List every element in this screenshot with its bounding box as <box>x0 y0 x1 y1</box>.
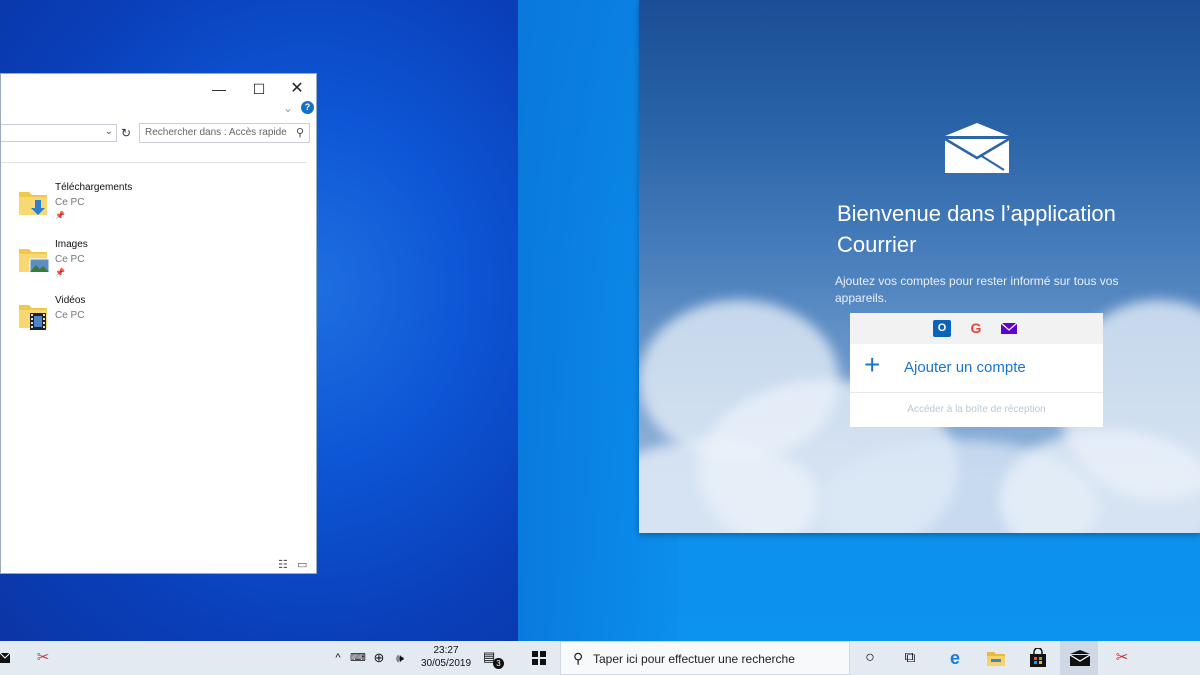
images-folder-icon <box>19 249 50 273</box>
item-name: Vidéos <box>55 295 86 306</box>
provider-icons: O G <box>850 313 1103 344</box>
item-location: Ce PC <box>55 254 85 265</box>
snipping-tool-icon[interactable]: ✂ <box>1111 648 1133 668</box>
volume-icon[interactable]: 🕪 <box>392 648 408 668</box>
clock-time: 23:27 <box>433 645 459 656</box>
item-location: Ce PC <box>55 197 85 208</box>
action-center-icon[interactable]: ▤ 3 <box>483 649 504 669</box>
edge-browser-icon[interactable]: e <box>944 648 966 668</box>
pin-icon: 📌 <box>55 268 65 277</box>
downloads-folder-icon <box>19 192 47 215</box>
search-icon: ⚲ <box>573 650 584 666</box>
mail-taskbar-icon[interactable] <box>0 648 12 668</box>
add-account-button[interactable]: + Ajouter un compte <box>850 344 1103 393</box>
chevron-up-icon[interactable]: ^ <box>332 648 344 668</box>
keyboard-icon[interactable]: ⌨ <box>350 648 366 668</box>
clock[interactable]: 23:27 30/05/2019 <box>418 644 474 670</box>
search-icon: ⚲ <box>295 127 304 139</box>
list-item-videos[interactable]: Vidéos Ce PC <box>15 295 215 345</box>
taskbar-search-box[interactable]: ⚲ Taper ici pour effectuer une recherche <box>560 641 850 675</box>
file-explorer-icon[interactable] <box>985 648 1007 668</box>
welcome-title-line2: Courrier <box>837 232 917 257</box>
outlook-icon: O <box>933 320 951 337</box>
mail-app-window: Bienvenue dans l’application Courrier Aj… <box>639 0 1200 533</box>
refresh-icon[interactable]: ↻ <box>118 124 134 142</box>
go-to-inbox-link[interactable]: Accéder à la boîte de réception <box>850 393 1103 415</box>
list-item-downloads[interactable]: Téléchargements Ce PC 📌 <box>15 182 215 232</box>
add-account-label: Ajouter un compte <box>904 359 1026 376</box>
divider <box>1 162 307 163</box>
notification-count-badge: 3 <box>493 658 504 669</box>
clock-date: 30/05/2019 <box>420 658 472 669</box>
yahoo-icon <box>1000 322 1018 334</box>
search-input[interactable]: Rechercher dans : Accès rapide ⚲ <box>139 123 310 143</box>
search-placeholder: Rechercher dans : Accès rapide <box>145 127 287 138</box>
minimize-button[interactable]: — <box>201 78 237 100</box>
start-windows-icon[interactable] <box>532 651 546 665</box>
welcome-title-line1: Bienvenue dans l’application <box>837 201 1116 226</box>
videos-folder-icon <box>19 305 47 330</box>
plus-icon: + <box>864 349 881 380</box>
taskbar-search-placeholder: Taper ici pour effectuer une recherche <box>593 652 795 666</box>
details-view-icon[interactable]: ☷ <box>278 558 288 571</box>
mail-taskbar-icon <box>1069 650 1091 666</box>
store-icon[interactable] <box>1027 648 1049 668</box>
item-name: Images <box>55 239 88 250</box>
chevron-down-icon[interactable]: ⌄ <box>105 126 113 137</box>
google-icon: G <box>970 320 982 336</box>
help-icon[interactable]: ? <box>301 101 314 114</box>
account-card: O G + Ajouter un compte Accéder à la boî… <box>850 313 1103 427</box>
welcome-subtitle: Ajoutez vos comptes pour rester informé … <box>835 274 1119 305</box>
welcome-title: Bienvenue dans l’application Courrier <box>837 198 1177 260</box>
large-icons-view-icon[interactable]: ▭ <box>297 558 307 571</box>
item-location: Ce PC <box>55 310 85 321</box>
item-name: Téléchargements <box>55 182 133 193</box>
maximize-button[interactable]: ☐ <box>241 78 277 100</box>
pin-icon: 📌 <box>55 211 65 220</box>
taskbar-left: ✂ ^ ⌨ ⊕ 🕪 23:27 30/05/2019 ▤ 3 <box>0 641 518 675</box>
task-view-icon[interactable]: ⧉ <box>900 648 920 668</box>
snipping-tool-icon[interactable]: ✂ <box>32 648 54 668</box>
mail-envelope-icon <box>944 123 1010 173</box>
file-explorer-window: — ☐ ✕ ⌄ ? ⌄ ↻ Rechercher dans : Accès ra… <box>0 73 317 574</box>
close-button[interactable]: ✕ <box>279 78 315 100</box>
list-item-images[interactable]: Images Ce PC 📌 <box>15 239 215 289</box>
network-globe-icon[interactable]: ⊕ <box>370 648 388 668</box>
taskbar-right: ⚲ Taper ici pour effectuer une recherche… <box>518 641 1200 675</box>
cortana-icon[interactable]: ○ <box>860 648 880 668</box>
ribbon-expand-icon[interactable]: ⌄ <box>283 101 293 115</box>
address-bar[interactable]: ⌄ <box>1 124 117 142</box>
mail-taskbar-active[interactable] <box>1060 641 1098 675</box>
